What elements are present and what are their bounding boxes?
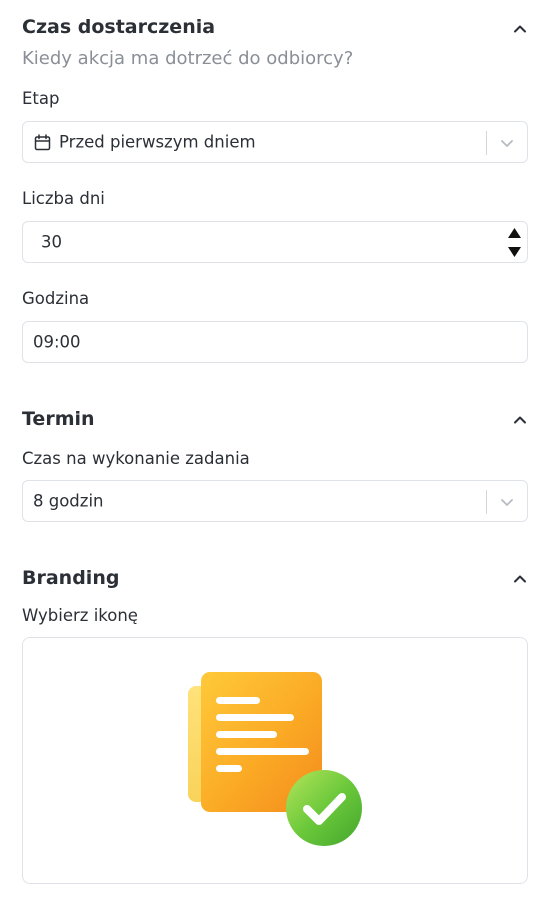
task-time-select[interactable]: 8 godzin <box>22 480 528 522</box>
stage-select-value: Przed pierwszym dniem <box>59 132 256 152</box>
delivery-section-title: Czas dostarczenia <box>22 16 216 38</box>
task-time-select-value: 8 godzin <box>33 491 104 511</box>
deadline-section-title: Termin <box>22 408 95 430</box>
hour-label: Godzina <box>22 289 90 308</box>
chevron-up-icon[interactable] <box>511 411 529 429</box>
document-checkmark-icon[interactable] <box>187 672 367 852</box>
choose-icon-label: Wybierz ikonę <box>22 606 138 625</box>
days-stepper[interactable] <box>501 222 527 262</box>
decrement-icon[interactable] <box>507 246 522 258</box>
stage-label: Etap <box>22 89 60 108</box>
select-divider <box>486 490 487 514</box>
increment-icon[interactable] <box>507 227 522 239</box>
stage-select[interactable]: Przed pierwszym dniem <box>22 121 528 163</box>
chevron-up-icon[interactable] <box>511 570 529 588</box>
hour-input-value: 09:00 <box>33 332 81 352</box>
chevron-up-icon[interactable] <box>511 20 529 38</box>
icon-picker[interactable] <box>22 637 528 884</box>
chevron-down-icon[interactable] <box>499 135 515 151</box>
delivery-subtitle: Kiedy akcja ma dotrzeć do odbiorcy? <box>22 48 354 69</box>
days-label: Liczba dni <box>22 189 105 208</box>
days-input-value: 30 <box>41 232 62 252</box>
calendar-icon <box>34 134 51 151</box>
hour-input[interactable]: 09:00 <box>22 321 528 363</box>
branding-section-title: Branding <box>22 567 120 589</box>
days-number-input[interactable]: 30 <box>22 221 528 263</box>
select-divider <box>486 131 487 155</box>
chevron-down-icon[interactable] <box>499 494 515 510</box>
task-time-label: Czas na wykonanie zadania <box>22 449 250 468</box>
